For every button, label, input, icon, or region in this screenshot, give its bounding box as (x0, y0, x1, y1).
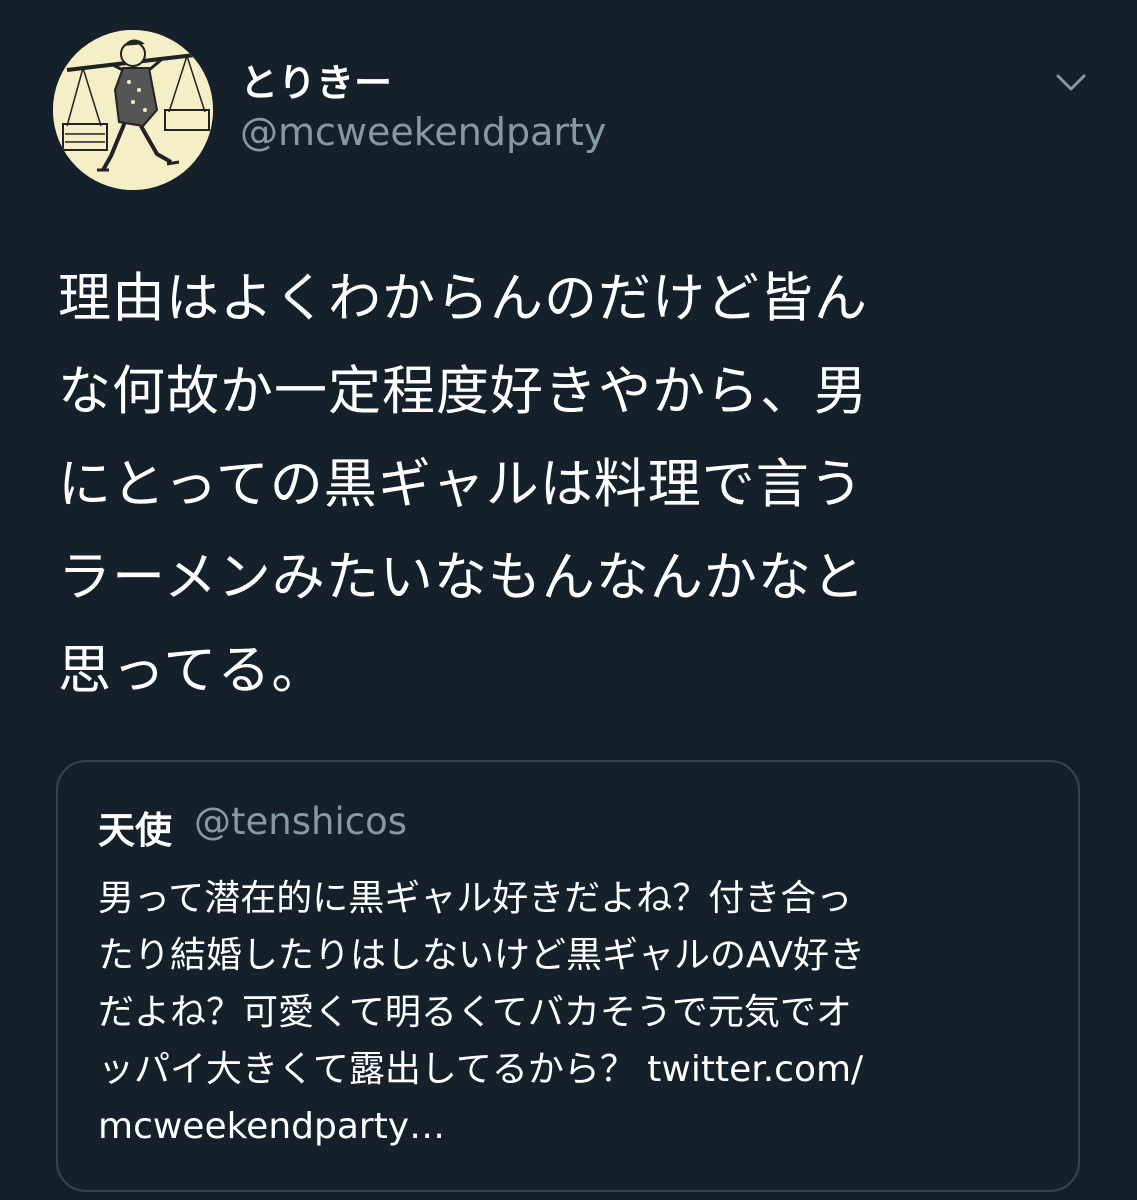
tweet: とりきー @mcweekendparty 理由はよくわからんのだけど皆ん な何故… (0, 0, 1137, 1200)
quoted-tweet-card[interactable]: 天使 @tenshicos 男って潜在的に黒ギャル好きだよね？付き合っ たり結婚… (56, 760, 1080, 1192)
quoted-tweet-text: 男って潜在的に黒ギャル好きだよね？付き合っ たり結婚したりはしないけど黒ギャルの… (98, 878, 865, 1147)
avatar-illustration-icon (53, 30, 213, 190)
quoted-author-handle: @tenshicos (194, 800, 407, 843)
quoted-author-display-name: 天使 (98, 809, 172, 852)
tweet-text: 理由はよくわからんのだけど皆ん な何故か一定程度好きやから、男 にとっての黒ギャ… (58, 268, 868, 701)
tweet-menu-button[interactable] (1052, 66, 1090, 100)
author-handle[interactable]: @mcweekendparty (240, 110, 606, 154)
author-display-name[interactable]: とりきー (240, 52, 392, 107)
avatar[interactable] (53, 30, 213, 190)
chevron-down-icon (1056, 74, 1086, 91)
